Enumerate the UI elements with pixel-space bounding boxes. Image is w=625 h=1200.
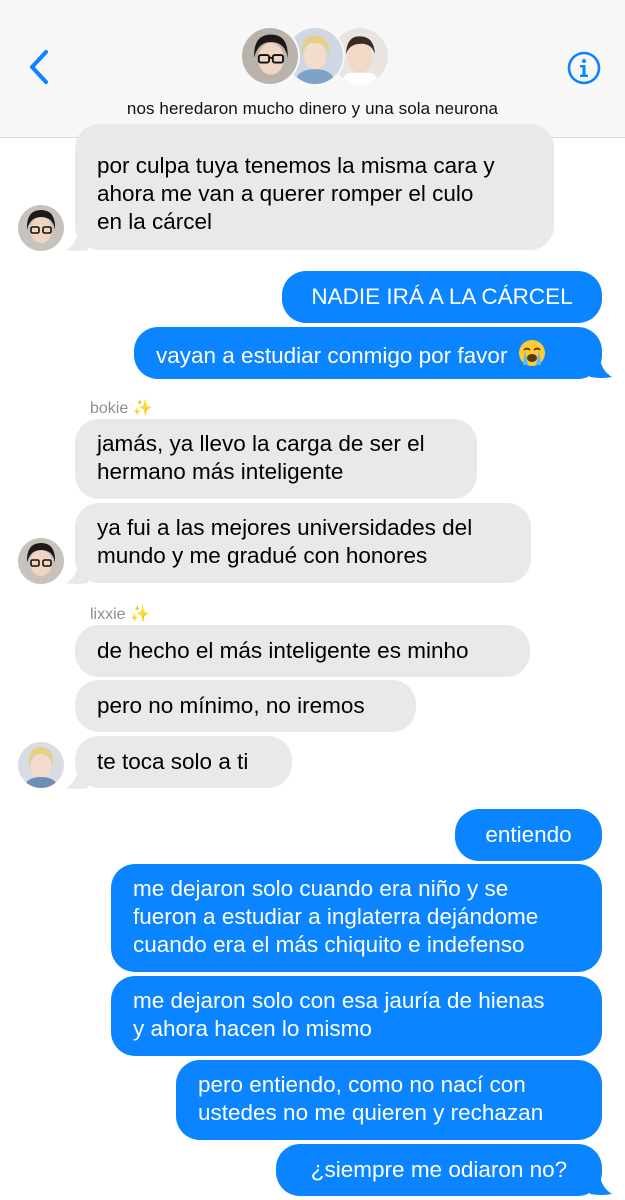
message-bubble[interactable]: pero no mínimo, no iremos (75, 680, 416, 732)
sparkles-emoji: ✨ (130, 606, 150, 623)
bubble-tail (590, 1176, 612, 1195)
avatar (240, 26, 300, 86)
message-line: mundo y me gradué con honores (97, 543, 428, 568)
avatar (18, 538, 64, 584)
message-bubble[interactable]: me dejaron solo cuando era niño y se fue… (111, 864, 602, 972)
message-line: pero entiendo, como no nací con (198, 1072, 526, 1097)
message-bubble[interactable]: vayan a estudiar conmigo por favor (134, 327, 602, 379)
bubble-tail (66, 232, 88, 251)
back-button[interactable] (22, 46, 56, 88)
message-line: de hecho el más inteligente es minho (97, 638, 469, 663)
message-bubble[interactable]: por culpa tuya tenemos la misma cara y a… (75, 124, 554, 250)
info-button[interactable] (566, 50, 602, 86)
message-line: fueron a estudiar a inglaterra dejándome (133, 904, 539, 929)
message-bubble[interactable]: NADIE IRÁ A LA CÁRCEL (282, 271, 602, 323)
bubble-tail (66, 565, 88, 584)
sender-name: lixxie ✨ (90, 606, 150, 623)
sparkles-emoji: ✨ (132, 400, 153, 417)
avatar (18, 742, 64, 788)
message-line: NADIE IRÁ A LA CÁRCEL (311, 284, 573, 309)
message-line: ¿siempre me odiaron no? (310, 1157, 568, 1182)
group-avatars[interactable] (240, 26, 390, 88)
message-line: ahora me van a querer romper el culo (97, 181, 474, 206)
message-line: ya fui a las mejores universidades del (97, 515, 473, 540)
message-line: me dejaron solo con esa jauría de hienas (133, 988, 545, 1013)
message-bubble[interactable]: pero entiendo, como no nací con ustedes … (176, 1060, 602, 1140)
chat-header: nos heredaron mucho dinero y una sola ne… (0, 0, 625, 138)
message-line: ustedes no me quieren y rechazan (198, 1100, 544, 1125)
message-line: vayan a estudiar conmigo por favor (156, 343, 508, 368)
message-line: hermano más inteligente (97, 459, 344, 484)
group-name[interactable]: nos heredaron mucho dinero y una sola ne… (0, 99, 625, 119)
message-line: y ahora hacen lo mismo (133, 1016, 372, 1041)
message-bubble[interactable]: entiendo (455, 809, 602, 861)
info-circle-icon (567, 51, 601, 85)
message-line: pero no mínimo, no iremos (97, 693, 365, 718)
sender-name: bokie ✨ (90, 400, 153, 417)
message-line: jamás, ya llevo la carga de ser el (97, 431, 425, 456)
message-line: te toca solo a ti (97, 749, 249, 774)
message-bubble[interactable]: me dejaron solo con esa jauría de hienas… (111, 976, 602, 1056)
message-bubble[interactable]: ya fui a las mejores universidades del m… (75, 503, 531, 583)
loudly-crying-face-emoji (518, 340, 545, 366)
message-bubble[interactable]: te toca solo a ti (75, 736, 292, 788)
message-bubble[interactable]: de hecho el más inteligente es minho (75, 625, 530, 677)
message-line: entiendo (485, 822, 572, 847)
avatar (18, 205, 64, 251)
message-bubble[interactable]: ¿siempre me odiaron no? (276, 1144, 602, 1196)
message-line: cuando era el más chiquito e indefenso (133, 932, 525, 957)
bubble-tail (590, 359, 612, 378)
message-line: por culpa tuya tenemos la misma cara y (97, 153, 495, 178)
chevron-left-icon (30, 50, 48, 84)
message-line: en la cárcel (97, 209, 213, 234)
message-line: me dejaron solo cuando era niño y se (133, 876, 509, 901)
bubble-tail (66, 770, 88, 789)
message-bubble[interactable]: jamás, ya llevo la carga de ser el herma… (75, 419, 477, 499)
